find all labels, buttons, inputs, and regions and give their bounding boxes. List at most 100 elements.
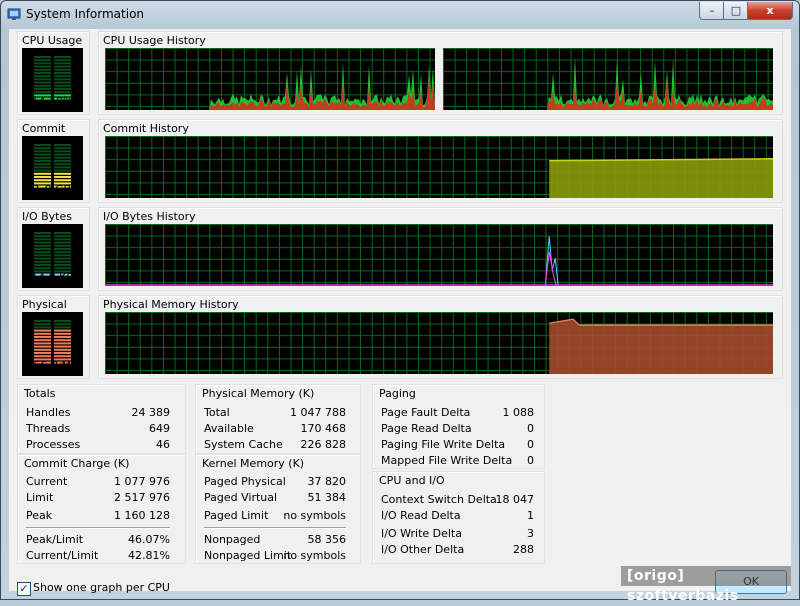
meter-bar xyxy=(54,156,71,159)
meter-bar xyxy=(34,62,51,65)
meter-bar xyxy=(34,336,51,338)
title-bar[interactable]: System Information – □ x xyxy=(1,1,799,29)
meter-bar xyxy=(34,65,51,68)
meter-bar xyxy=(54,91,71,94)
meter-bar xyxy=(54,241,71,244)
meter-bar xyxy=(54,248,71,250)
meter-bar xyxy=(54,326,71,329)
meter-bar xyxy=(54,144,71,146)
paging-row-paging-file-write-delta: Paging File Write Delta 0 xyxy=(381,438,534,452)
row-value: 46.07% xyxy=(128,533,170,546)
kernel-row-paged-physical: Paged Physical 37 820 xyxy=(204,475,346,489)
row-value: 1 088 xyxy=(502,406,535,419)
commit-history-frame: Commit History xyxy=(98,119,783,203)
client-area: CPU Usage 14.18% CPU Usage History Commi… xyxy=(9,29,791,604)
meter-bar xyxy=(34,320,51,322)
meter-bar xyxy=(54,352,71,354)
row-key: Page Fault Delta xyxy=(381,406,471,419)
row-key: Current/Limit xyxy=(26,549,99,562)
cpu-history-graph-2 xyxy=(443,48,773,110)
kernel-row-nonpaged-limit: Nonpaged Limit no symbols xyxy=(204,549,346,563)
meter-bar xyxy=(54,235,71,238)
commit-row-current: Current 1 077 976 xyxy=(26,475,170,489)
meter-bar xyxy=(34,150,51,153)
paging-title: Paging xyxy=(379,387,416,400)
row-value: 1 160 128 xyxy=(114,509,170,522)
meter-bar xyxy=(34,169,51,172)
physical-value: 856.8 MB xyxy=(26,359,79,372)
commit-charge-group: Commit Charge (K) Current 1 077 976 Limit… xyxy=(17,454,186,564)
io-other-series xyxy=(544,236,559,286)
physical-label: Physical xyxy=(22,298,67,311)
system-information-window: System Information – □ x CPU Usage 14.18… xyxy=(0,0,800,604)
cpu-usage-label: CPU Usage xyxy=(22,34,83,47)
meter-bar xyxy=(34,163,51,166)
physical-memory-group: Physical Memory (K) Total 1 047 788 Avail… xyxy=(195,384,361,454)
cpu-usage-history-label: CPU Usage History xyxy=(103,34,206,47)
separator xyxy=(26,527,170,529)
row-key: Page Read Delta xyxy=(381,422,472,435)
totals-row-processes: Processes 46 xyxy=(26,438,170,452)
meter-bar xyxy=(54,336,71,338)
maximize-button[interactable]: □ xyxy=(723,2,749,20)
meter-bar xyxy=(34,179,51,182)
kernel-row-paged-virtual: Paged Virtual 51 384 xyxy=(204,491,346,505)
row-key: Paged Physical xyxy=(204,475,286,488)
cpuio-row-io-other-delta: I/O Other Delta 288 xyxy=(381,543,534,557)
meter-bar xyxy=(54,150,71,153)
commit-row-limit: Limit 2 517 976 xyxy=(26,491,170,505)
meter-bar xyxy=(34,348,51,351)
row-value: 288 xyxy=(513,543,534,556)
io-bytes-history-label: I/O Bytes History xyxy=(103,210,196,223)
minimize-button[interactable]: – xyxy=(699,2,725,20)
meter-bar xyxy=(54,88,71,90)
io-bytes-meter: 14.8 KB xyxy=(22,224,83,288)
row-key: Current xyxy=(26,475,68,488)
row-value: no symbols xyxy=(283,549,346,562)
commit-history-graph xyxy=(105,136,773,198)
cpu-total-series xyxy=(105,62,435,110)
row-key: Available xyxy=(204,422,254,435)
close-button[interactable]: x xyxy=(747,2,793,20)
meter-bar xyxy=(54,176,71,178)
row-value: 18 047 xyxy=(495,493,535,506)
row-key: Paging File Write Delta xyxy=(381,438,506,451)
row-key: Paged Virtual xyxy=(204,491,278,504)
commit-label: Commit xyxy=(22,122,66,135)
io-bytes-history-graph xyxy=(105,224,773,286)
commit-row-current-limit: Current/Limit 42.81% xyxy=(26,549,170,563)
physical-memory-history-label: Physical Memory History xyxy=(103,298,239,311)
totals-title: Totals xyxy=(24,387,56,400)
meter-bar xyxy=(34,323,51,326)
meter-bar xyxy=(34,147,51,150)
physical-memory-title: Physical Memory (K) xyxy=(202,387,315,400)
row-value: no symbols xyxy=(283,509,346,522)
totals-row-handles: Handles 24 389 xyxy=(26,406,170,420)
row-value: 51 384 xyxy=(307,491,347,504)
row-key: Mapped File Write Delta xyxy=(381,454,513,467)
commit-row-peak: Peak 1 160 128 xyxy=(26,509,170,523)
cpu-usage-history-frame: CPU Usage History xyxy=(98,31,783,115)
cpu-usage-frame: CPU Usage 14.18% xyxy=(17,31,90,115)
meter-bar xyxy=(34,345,51,348)
meter-bar xyxy=(34,326,51,329)
meter-bar xyxy=(34,257,51,260)
meter-bar xyxy=(54,348,71,351)
row-value: 37 820 xyxy=(307,475,347,488)
row-value: 0 xyxy=(527,454,534,467)
physmem-row-total: Total 1 047 788 xyxy=(204,406,346,420)
physical-frame: Physical 856.8 MB xyxy=(17,295,90,379)
meter-bar xyxy=(34,153,51,156)
meter-bar xyxy=(54,84,71,87)
meter-bar xyxy=(34,235,51,238)
meter-bar xyxy=(54,169,71,172)
meter-bar xyxy=(34,59,51,62)
meter-bar xyxy=(54,147,71,150)
row-value: 42.81% xyxy=(128,549,170,562)
one-graph-per-cpu-label[interactable]: Show one graph per CPU xyxy=(33,581,170,594)
one-graph-per-cpu-checkbox[interactable]: ✓ xyxy=(17,582,31,596)
meter-bar xyxy=(34,267,51,270)
meter-bar xyxy=(54,81,71,84)
meter-bar xyxy=(34,329,51,332)
io-read-spike xyxy=(544,251,557,286)
